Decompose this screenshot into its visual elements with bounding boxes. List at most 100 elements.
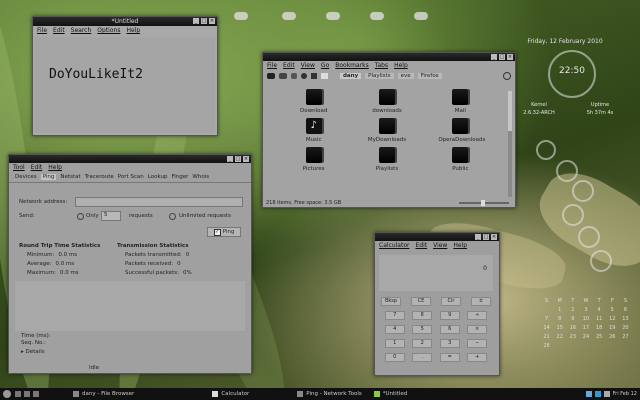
- minimize-icon[interactable]: _: [227, 156, 233, 162]
- tab-whois[interactable]: Whois: [192, 174, 209, 180]
- tab-port-scan[interactable]: Port Scan: [118, 174, 144, 180]
- calculator-key[interactable]: 0: [384, 353, 405, 362]
- clock-label[interactable]: Fri Feb 12: [613, 391, 637, 397]
- task-file-browser[interactable]: dany - File Browser: [69, 390, 138, 399]
- menu-view[interactable]: View: [433, 242, 447, 249]
- tray-icon[interactable]: [585, 391, 592, 397]
- calculator-key[interactable]: 1: [384, 339, 405, 348]
- tab-traceroute[interactable]: Traceroute: [85, 174, 114, 180]
- tab-devices[interactable]: Devices: [15, 174, 37, 180]
- path-tab[interactable]: Playlists: [365, 73, 394, 79]
- folder-item[interactable]: Download: [292, 89, 336, 114]
- clear-entry-button[interactable]: CE: [411, 297, 431, 306]
- menu-view[interactable]: View: [301, 62, 315, 69]
- home-icon[interactable]: [311, 73, 317, 79]
- folder-item[interactable]: Public: [438, 147, 482, 172]
- menu-help[interactable]: Help: [453, 242, 467, 249]
- up-icon[interactable]: [291, 73, 297, 79]
- menu-help[interactable]: Help: [48, 164, 62, 171]
- menu-edit[interactable]: Edit: [415, 242, 427, 249]
- scrollbar[interactable]: [508, 91, 512, 197]
- menu-file[interactable]: File: [37, 27, 47, 34]
- folder-item[interactable]: MyDownloads: [365, 118, 409, 143]
- bluetooth-icon[interactable]: [594, 391, 601, 397]
- maximize-icon[interactable]: □: [499, 54, 505, 60]
- menu-go[interactable]: Go: [321, 62, 329, 69]
- path-tab[interactable]: dany: [340, 73, 362, 79]
- calculator-key[interactable]: 7: [384, 311, 405, 320]
- ping-button[interactable]: ✓ Ping: [207, 227, 241, 237]
- calculator-key[interactable]: 6: [439, 325, 460, 334]
- menu-search[interactable]: Search: [71, 27, 92, 34]
- menu-options[interactable]: Options: [97, 27, 120, 34]
- minimize-icon[interactable]: _: [475, 234, 481, 240]
- computer-icon[interactable]: [321, 73, 328, 79]
- scrollbar-thumb[interactable]: [508, 91, 512, 131]
- menu-icon[interactable]: [3, 390, 11, 398]
- only-radio[interactable]: [77, 213, 84, 220]
- calculator-key[interactable]: =: [439, 353, 460, 362]
- tab-netstat[interactable]: Netstat: [60, 174, 80, 180]
- folder-item[interactable]: Pictures: [292, 147, 336, 172]
- app-launcher-icon[interactable]: [33, 391, 39, 397]
- calculator-key[interactable]: +: [467, 353, 488, 362]
- calculator-key[interactable]: ×: [467, 325, 488, 334]
- close-icon[interactable]: ×: [491, 234, 497, 240]
- menu-edit[interactable]: Edit: [283, 62, 295, 69]
- title-bar[interactable]: *Untitled _ □ ×: [33, 17, 217, 26]
- app-launcher-icon[interactable]: [15, 391, 21, 397]
- reload-icon[interactable]: [301, 73, 307, 79]
- menu-help[interactable]: Help: [126, 27, 140, 34]
- task-text-editor[interactable]: *Untitled: [370, 390, 412, 399]
- calculator-key[interactable]: 8: [412, 311, 433, 320]
- unlimited-radio[interactable]: [169, 213, 176, 220]
- calculator-key[interactable]: 3: [439, 339, 460, 348]
- back-icon[interactable]: [267, 73, 275, 79]
- folder-item[interactable]: ♪ Music: [292, 118, 336, 143]
- title-bar[interactable]: _ □ ×: [375, 233, 499, 241]
- task-calculator[interactable]: Calculator: [208, 390, 253, 399]
- menu-tool[interactable]: Tool: [13, 164, 25, 171]
- text-area[interactable]: DoYouLikeIt2: [35, 37, 215, 133]
- close-icon[interactable]: ×: [243, 156, 249, 162]
- calculator-key[interactable]: 9: [439, 311, 460, 320]
- title-bar[interactable]: _ □ ×: [9, 155, 251, 163]
- calculator-key[interactable]: 4: [384, 325, 405, 334]
- maximize-icon[interactable]: □: [235, 156, 241, 162]
- tab-finger[interactable]: Finger: [171, 174, 188, 180]
- maximize-icon[interactable]: □: [201, 18, 207, 24]
- request-count-input[interactable]: 5: [101, 211, 121, 221]
- clear-button[interactable]: Clr: [441, 297, 461, 306]
- menu-bookmarks[interactable]: Bookmarks: [335, 62, 369, 69]
- minimize-icon[interactable]: _: [193, 18, 199, 24]
- menu-file[interactable]: File: [267, 62, 277, 69]
- menu-edit[interactable]: Edit: [31, 164, 43, 171]
- network-address-input[interactable]: [75, 197, 243, 207]
- menu-help[interactable]: Help: [394, 62, 408, 69]
- folder-item[interactable]: Mail: [438, 89, 482, 114]
- calculator-key[interactable]: 2: [412, 339, 433, 348]
- path-tab[interactable]: eve: [397, 73, 414, 79]
- calculator-key[interactable]: −: [467, 339, 488, 348]
- close-icon[interactable]: ×: [209, 18, 215, 24]
- search-icon[interactable]: [503, 72, 511, 80]
- folder-item[interactable]: Playlists: [365, 147, 409, 172]
- zoom-slider[interactable]: [459, 200, 509, 206]
- menu-calculator[interactable]: Calculator: [379, 242, 409, 249]
- tab-ping[interactable]: Ping: [40, 174, 57, 180]
- volume-icon[interactable]: [603, 391, 610, 397]
- app-launcher-icon[interactable]: [24, 391, 30, 397]
- folder-item[interactable]: OperaDownloads: [438, 118, 485, 143]
- calculator-key[interactable]: 5: [412, 325, 433, 334]
- menu-tabs[interactable]: Tabs: [375, 62, 388, 69]
- folder-item[interactable]: downloads: [365, 89, 409, 114]
- task-network-tools[interactable]: Ping - Network Tools: [293, 390, 365, 399]
- forward-icon[interactable]: [279, 73, 287, 79]
- title-bar[interactable]: _ □ ×: [263, 53, 515, 61]
- zoom-handle[interactable]: [481, 200, 485, 206]
- backspace-button[interactable]: Bksp: [381, 297, 401, 306]
- maximize-icon[interactable]: □: [483, 234, 489, 240]
- close-icon[interactable]: ×: [507, 54, 513, 60]
- tab-lookup[interactable]: Lookup: [148, 174, 168, 180]
- details-expander[interactable]: ▸ Details: [21, 349, 45, 355]
